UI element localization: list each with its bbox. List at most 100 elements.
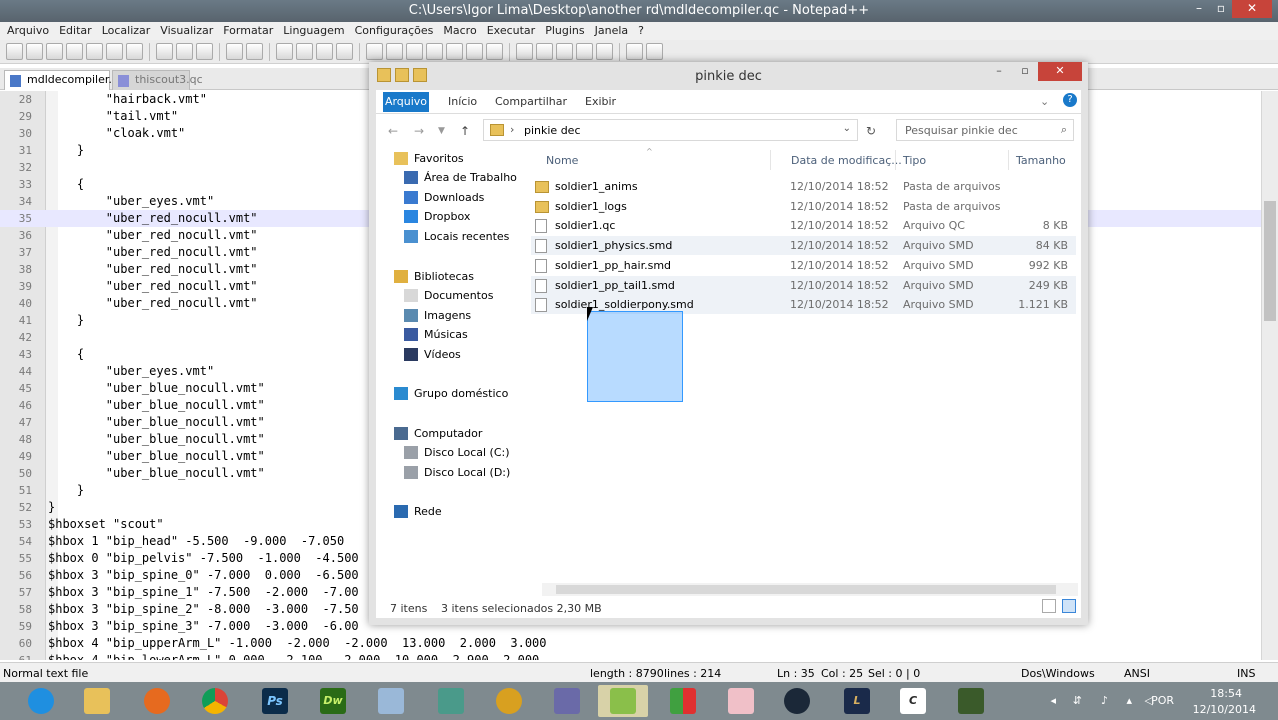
file-row[interactable]: soldier1_logs 12/10/2014 18:52 Pasta de ar… <box>531 197 1076 216</box>
code-line[interactable]: 61 $hbox 4 "bip_lowerArm_L" 0.000 -2.100 … <box>0 652 1278 660</box>
clock-date[interactable]: 12/10/2014 <box>1193 703 1256 716</box>
code-text[interactable]: $hbox 3 "bip_spine_0" -7.000 0.000 -6.50… <box>48 567 359 584</box>
search-icon[interactable]: ⌕ <box>1061 123 1067 137</box>
column-date[interactable]: Data de modificaç... <box>791 154 902 167</box>
code-text[interactable]: { <box>48 176 84 193</box>
code-text[interactable]: "uber_red_nocull.vmt" <box>48 261 258 278</box>
code-text[interactable]: $hboxset "scout" <box>48 516 164 533</box>
menu-item[interactable]: Plugins <box>540 22 589 40</box>
menu-item[interactable]: Janela <box>590 22 634 40</box>
language-indicator[interactable]: POR <box>1151 694 1174 707</box>
nav-item[interactable]: Disco Local (D:) <box>376 464 526 482</box>
notepadpp-icon[interactable] <box>598 685 648 717</box>
nav-item[interactable]: Bibliotecas <box>376 268 526 286</box>
code-text[interactable]: "hairback.vmt" <box>48 91 207 108</box>
chevron-down-icon[interactable]: ⌄ <box>1040 95 1049 108</box>
app-icon[interactable]: C <box>892 685 934 717</box>
code-text[interactable]: "uber_blue_nocull.vmt" <box>48 380 265 397</box>
horizontal-scrollbar[interactable] <box>542 583 1078 596</box>
details-view-icon[interactable] <box>1042 599 1056 613</box>
code-text[interactable]: "uber_blue_nocull.vmt" <box>48 397 265 414</box>
redo-icon[interactable] <box>246 43 263 60</box>
code-text[interactable]: "uber_blue_nocull.vmt" <box>48 448 265 465</box>
maximize-button[interactable]: ▫ <box>1012 62 1038 81</box>
code-text[interactable]: "uber_red_nocull.vmt" <box>48 227 258 244</box>
udl-icon[interactable] <box>446 43 463 60</box>
app-icon[interactable] <box>720 685 762 717</box>
code-text[interactable]: "cloak.vmt" <box>48 125 185 142</box>
volume-icon[interactable]: ♪ <box>1101 694 1108 707</box>
dreamweaver-icon[interactable]: Dw <box>312 685 354 717</box>
code-text[interactable]: $hbox 4 "bip_lowerArm_L" 0.000 -2.100 -2… <box>48 652 539 660</box>
nav-item[interactable]: Músicas <box>376 326 526 344</box>
nav-item[interactable]: Grupo doméstico <box>376 385 526 403</box>
code-text[interactable]: $hbox 3 "bip_spine_3" -7.000 -3.000 -6.0… <box>48 618 359 635</box>
back-icon[interactable]: ← <box>388 124 398 138</box>
nav-item[interactable]: Disco Local (C:) <box>376 444 526 462</box>
close-button[interactable]: ✕ <box>1038 62 1082 81</box>
ribbon-tab-inicio[interactable]: Início <box>448 95 477 108</box>
copy-icon[interactable] <box>176 43 193 60</box>
nav-item[interactable]: Rede <box>376 503 526 521</box>
tab-mdldecompiler[interactable]: mdldecompiler.qc <box>4 70 125 90</box>
code-text[interactable]: "uber_eyes.vmt" <box>48 363 214 380</box>
code-text[interactable]: } <box>48 312 84 329</box>
tab-thiscout3[interactable]: thiscout3.qc <box>112 70 203 90</box>
code-text[interactable]: $hbox 1 "bip_head" -5.500 -9.000 -7.050 <box>48 533 344 550</box>
ribbon-tab-compartilhar[interactable]: Compartilhar <box>495 95 567 108</box>
open-file-icon[interactable] <box>26 43 43 60</box>
code-text[interactable]: $hbox 0 "bip_pelvis" -7.500 -1.000 -4.50… <box>48 550 359 567</box>
address-bar[interactable]: › pinkie dec ⌄ <box>483 119 858 141</box>
nav-item[interactable]: Favoritos <box>376 150 526 168</box>
code-text[interactable]: "uber_blue_nocull.vmt" <box>48 414 265 431</box>
app-icon[interactable] <box>430 685 472 717</box>
save-macro-icon[interactable] <box>596 43 613 60</box>
menu-item[interactable]: Visualizar <box>155 22 218 40</box>
save-all-icon[interactable] <box>66 43 83 60</box>
stop-record-icon[interactable] <box>536 43 553 60</box>
vertical-scrollbar[interactable] <box>1261 91 1278 660</box>
paste-icon[interactable] <box>196 43 213 60</box>
file-row[interactable]: soldier1_pp_tail1.smd 12/10/2014 18:52 Arq… <box>531 275 1076 295</box>
nav-item[interactable]: Vídeos <box>376 346 526 364</box>
tray-expand-icon[interactable]: ◂ <box>1050 694 1056 707</box>
file-row[interactable]: soldier1_anims 12/10/2014 18:52 Pasta de a… <box>531 177 1076 196</box>
code-text[interactable]: { <box>48 346 84 363</box>
file-row[interactable]: soldier1_pp_hair.smd 12/10/2014 18:52 Arqu… <box>531 256 1076 275</box>
network-icon[interactable]: ⇵ <box>1073 694 1082 707</box>
scroll-thumb[interactable] <box>1264 201 1276 321</box>
close-all-icon[interactable] <box>106 43 123 60</box>
code-line[interactable]: 60 $hbox 4 "bip_upperArm_L" -1.000 -2.000… <box>0 635 1278 652</box>
firefox-icon[interactable] <box>136 685 178 717</box>
app-icon[interactable] <box>546 685 588 717</box>
file-explorer-icon[interactable] <box>76 685 118 717</box>
menu-item[interactable]: Executar <box>482 22 541 40</box>
code-text[interactable]: "tail.vmt" <box>48 108 178 125</box>
code-text[interactable]: $hbox 4 "bip_upperArm_L" -1.000 -2.000 -… <box>48 635 547 652</box>
recent-dropdown-icon[interactable]: ▼ <box>438 126 445 136</box>
column-name[interactable]: Nome <box>546 154 578 167</box>
maximize-button[interactable]: ▫ <box>1210 0 1232 18</box>
notepad-titlebar[interactable]: C:\Users\Igor Lima\Desktop\another rd\md… <box>0 0 1278 22</box>
code-text[interactable]: $hbox 3 "bip_spine_2" -8.000 -3.000 -7.5… <box>48 601 359 618</box>
app-icon[interactable] <box>370 685 412 717</box>
spellcheck-icon[interactable] <box>626 43 643 60</box>
nav-item[interactable]: Downloads <box>376 189 526 207</box>
forward-icon[interactable]: → <box>414 124 424 138</box>
find-icon[interactable] <box>276 43 293 60</box>
column-size[interactable]: Tamanho <box>1016 154 1066 167</box>
zoom-in-icon[interactable] <box>316 43 333 60</box>
print-icon[interactable] <box>126 43 143 60</box>
save-icon[interactable] <box>46 43 63 60</box>
clock-time[interactable]: 18:54 <box>1210 687 1242 700</box>
run-macro-icon[interactable] <box>576 43 593 60</box>
ie-icon[interactable] <box>20 685 62 717</box>
nav-item[interactable]: Locais recentes <box>376 228 526 246</box>
code-text[interactable]: "uber_red_nocull.vmt" <box>48 278 258 295</box>
ribbon-tab-exibir[interactable]: Exibir <box>585 95 616 108</box>
close-button[interactable]: ✕ <box>1232 0 1272 18</box>
nav-item[interactable]: Documentos <box>376 287 526 305</box>
chrome-icon[interactable] <box>194 685 236 717</box>
new-file-icon[interactable] <box>6 43 23 60</box>
large-icons-view-icon[interactable] <box>1062 599 1076 613</box>
